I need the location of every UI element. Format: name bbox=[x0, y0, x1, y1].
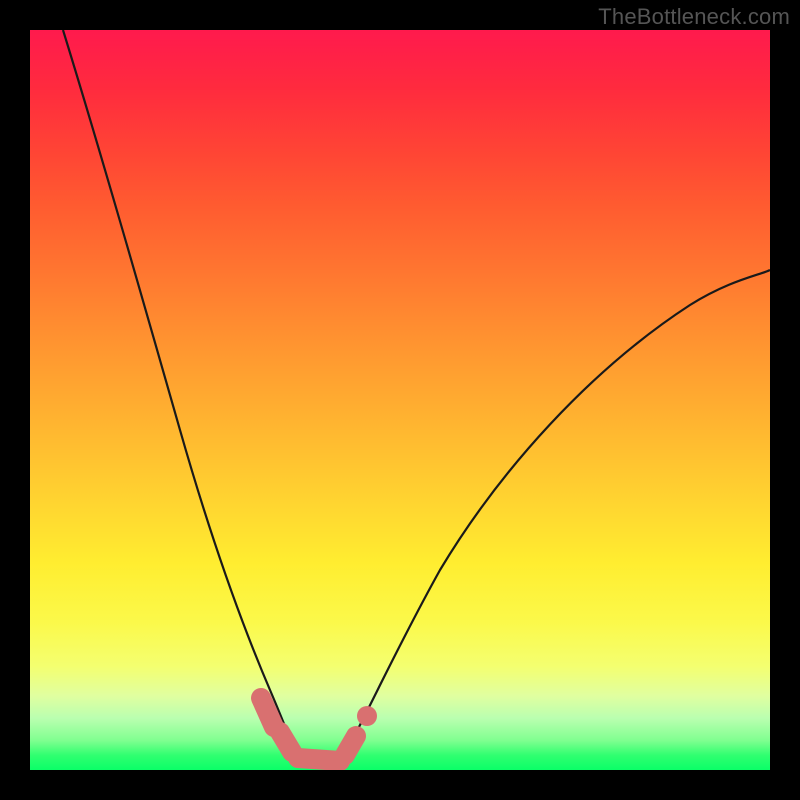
right-marker-bot bbox=[345, 736, 356, 755]
bottom-marker bbox=[298, 758, 340, 761]
left-curve bbox=[63, 30, 298, 757]
chart-container: TheBottleneck.com bbox=[0, 0, 800, 800]
watermark-text: TheBottleneck.com bbox=[598, 4, 790, 30]
left-marker-mid bbox=[280, 732, 292, 752]
plot-area bbox=[30, 30, 770, 770]
left-marker-top bbox=[261, 698, 274, 727]
right-marker-top bbox=[357, 706, 377, 726]
curves-svg bbox=[30, 30, 770, 770]
right-curve bbox=[340, 270, 770, 761]
